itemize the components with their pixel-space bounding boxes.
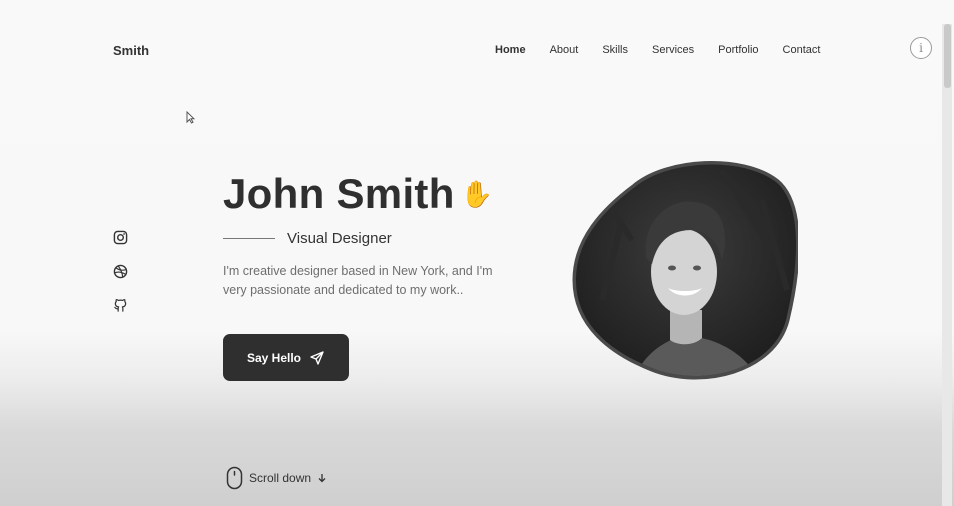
nav-home[interactable]: Home — [495, 44, 526, 56]
hero-description-line: I'm creative designer based in New York,… — [223, 264, 493, 278]
say-hello-button[interactable]: Say Hello — [223, 334, 349, 381]
social-links — [113, 230, 128, 313]
arrow-down-icon — [318, 474, 326, 483]
scroll-down-link[interactable]: Scroll down — [226, 466, 327, 490]
portfolio-page: Smith Home About Skills Services Portfol… — [0, 0, 942, 506]
hero-title: John Smith ✋ — [223, 170, 493, 218]
say-hello-label: Say Hello — [246, 350, 302, 365]
hero-description-line: very passionate and dedicated to my work… — [223, 283, 464, 297]
mouse-cursor-icon — [186, 110, 196, 129]
profile-photo — [572, 160, 798, 380]
send-icon — [310, 350, 324, 365]
nav-contact[interactable]: Contact — [783, 44, 821, 56]
nav-portfolio[interactable]: Portfolio — [718, 44, 758, 56]
scrollbar[interactable] — [942, 24, 952, 506]
instagram-icon[interactable] — [113, 230, 128, 245]
hero-subtitle-row: Visual Designer — [223, 230, 392, 247]
waving-hand-icon: ✋ — [460, 178, 494, 209]
nav-services[interactable]: Services — [652, 44, 694, 56]
scrollbar-thumb[interactable] — [944, 24, 951, 88]
info-icon[interactable]: i — [910, 37, 932, 59]
github-icon[interactable] — [113, 298, 128, 313]
scroll-down-label: Scroll down — [249, 471, 312, 485]
hero-name: John Smith — [223, 170, 455, 217]
mouse-icon — [226, 466, 243, 490]
subtitle-divider — [223, 238, 275, 239]
hero-description: I'm creative designer based in New York,… — [223, 262, 523, 300]
main-nav: Home About Skills Services Portfolio Con… — [495, 44, 844, 56]
hero-subtitle: Visual Designer — [287, 230, 392, 247]
dribbble-icon[interactable] — [113, 264, 128, 279]
brand-logo[interactable]: Smith — [113, 43, 149, 58]
nav-skills[interactable]: Skills — [602, 44, 628, 56]
nav-about[interactable]: About — [550, 44, 579, 56]
